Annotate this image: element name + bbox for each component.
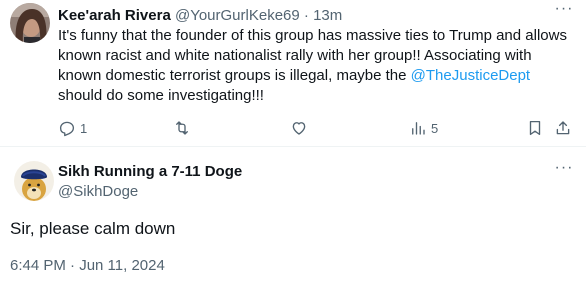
like-icon xyxy=(292,122,306,135)
tweet-text: It's funny that the founder of this grou… xyxy=(58,26,573,106)
reply-icon xyxy=(59,121,75,137)
avatar[interactable] xyxy=(14,161,54,201)
avatar[interactable] xyxy=(10,3,50,43)
share-button[interactable] xyxy=(554,118,572,138)
mention-link[interactable]: @TheJusticeDept xyxy=(411,67,530,84)
tweet-text-part: should do some investigating!!! xyxy=(58,87,264,104)
reply-button[interactable]: 1 xyxy=(58,118,87,138)
tweet-time[interactable]: 13m xyxy=(313,7,342,24)
views-button[interactable]: 5 xyxy=(409,118,438,138)
tweet-header: Kee'arah Rivera @YourGurlKeke69 · 13m xyxy=(58,7,342,25)
display-name[interactable]: Kee'arah Rivera xyxy=(58,7,171,24)
more-options-icon[interactable]: ··· xyxy=(554,160,574,179)
original-tweet[interactable]: Kee'arah Rivera @YourGurlKeke69 · 13m ··… xyxy=(0,0,586,146)
bookmark-icon xyxy=(529,120,541,136)
display-name[interactable]: Sikh Running a 7-11 Doge xyxy=(58,163,242,181)
divider xyxy=(0,146,586,147)
tweet-timestamp[interactable]: 6:44 PM · Jun 11, 2024 xyxy=(10,257,165,275)
action-bar: 1 5 xyxy=(58,118,578,140)
more-options-icon[interactable]: ··· xyxy=(554,1,574,20)
bookmark-button[interactable] xyxy=(526,118,544,138)
share-icon xyxy=(556,121,570,135)
views-icon xyxy=(412,122,425,135)
like-button[interactable] xyxy=(290,118,312,138)
user-avatar-image xyxy=(10,3,50,43)
reply-count: 1 xyxy=(80,120,88,136)
user-handle[interactable]: @SikhDoge xyxy=(58,183,138,201)
separator-dot: · xyxy=(299,7,314,24)
reply-text: Sir, please calm down xyxy=(10,219,176,238)
retweet-button[interactable] xyxy=(173,118,195,138)
user-handle[interactable]: @YourGurlKeke69 xyxy=(175,7,300,24)
views-count: 5 xyxy=(431,120,439,136)
doge-avatar-image xyxy=(14,161,54,201)
retweet-icon xyxy=(176,121,188,135)
